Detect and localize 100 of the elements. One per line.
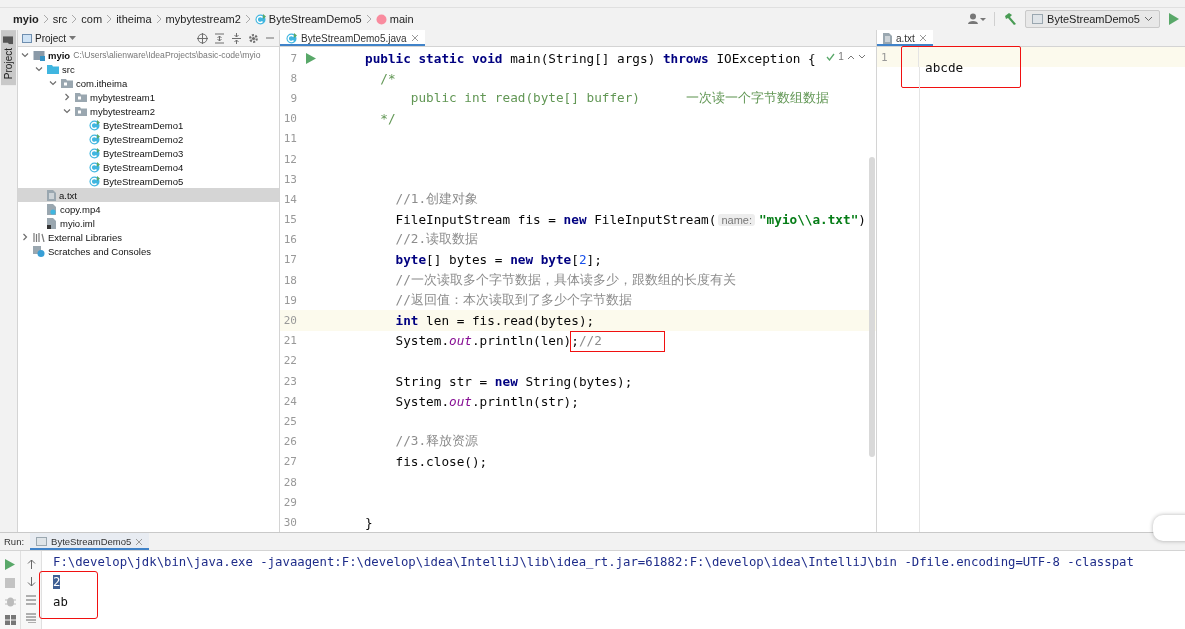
breadcrumb-item[interactable]: itheima <box>115 13 153 25</box>
settings-icon[interactable] <box>248 32 259 44</box>
code-line: fis.close(); <box>394 454 488 470</box>
chevron-separator-icon <box>155 14 162 24</box>
line-number: 27 <box>282 455 297 469</box>
tree-item[interactable]: copy.mp4 <box>18 202 279 216</box>
code-line: */ <box>379 111 396 127</box>
run-label: Run: <box>4 536 25 547</box>
code-line: byte[] bytes = new byte[2]; <box>394 252 602 268</box>
soft-wrap-icon[interactable] <box>26 595 36 605</box>
line-number: 17 <box>282 253 297 267</box>
tree-item[interactable]: myio C:\Users\alienware\IdeaProjects\basic-code\myio <box>18 48 279 62</box>
tree-item[interactable]: mybytestream1 <box>18 90 279 104</box>
line-number: 26 <box>282 435 297 449</box>
previous-icon[interactable] <box>846 53 855 60</box>
code-line: //3.释放资源 <box>394 433 479 451</box>
tree-item[interactable]: src <box>18 62 279 76</box>
code-line: System.out.println(str); <box>394 393 579 409</box>
run-icon[interactable] <box>1168 13 1179 25</box>
chevron-separator-icon <box>71 14 78 24</box>
breadcrumb-item[interactable]: mybytestream2 <box>164 13 242 25</box>
run-icon[interactable] <box>5 559 15 570</box>
side-tab[interactable]: Project <box>1 30 16 86</box>
code-line: //返回值：本次读取到了多少个字节数据 <box>394 291 632 309</box>
next-icon[interactable] <box>857 53 866 60</box>
line-number: 30 <box>282 515 297 529</box>
line-number: 11 <box>282 132 297 146</box>
down-arrow-icon[interactable] <box>26 577 36 587</box>
code-line: public static void main(String[] args) throws IOException { <box>364 50 816 66</box>
line-number: 22 <box>282 354 297 368</box>
configuration-icon <box>1032 14 1044 24</box>
console-line: ab <box>53 594 69 611</box>
up-arrow-icon[interactable] <box>26 559 36 569</box>
editor-tab[interactable]: ByteStreamDemo5.java <box>280 30 425 46</box>
code-line: public int read(byte[] buffer) 一次读一个字节数组数据 <box>409 89 829 107</box>
collapse-all-icon[interactable] <box>231 32 242 44</box>
tree-item[interactable]: ByteStreamDemo2 <box>18 132 279 146</box>
tree-item[interactable]: ByteStreamDemo4 <box>18 160 279 174</box>
line-number: 24 <box>282 394 297 408</box>
source-folder-icon <box>47 64 59 74</box>
caret-icon <box>69 35 77 41</box>
layout-icon[interactable] <box>4 615 16 625</box>
code-line: /* <box>379 70 396 86</box>
libraries-icon <box>33 232 45 242</box>
user-dropdown-icon[interactable] <box>968 13 987 25</box>
close-icon[interactable] <box>135 537 144 546</box>
code-line: //2.读取数据 <box>394 231 479 249</box>
scratches-icon <box>33 245 45 257</box>
text-line: abcde <box>925 59 964 75</box>
tree-item[interactable]: ByteStreamDemo1 <box>18 118 279 132</box>
class-icon <box>89 161 100 173</box>
run-tab[interactable]: ByteStreamDemo5 <box>30 533 150 550</box>
breadcrumb-item[interactable]: myio <box>12 13 40 25</box>
scrollbar[interactable] <box>869 157 875 457</box>
tree-item[interactable]: ByteStreamDemo3 <box>18 146 279 160</box>
hammer-icon[interactable] <box>1003 12 1018 26</box>
tree-item[interactable]: Scratches and Consoles <box>18 244 279 258</box>
editor-tab[interactable]: a.txt <box>877 30 933 46</box>
package-folder-icon <box>75 106 87 116</box>
text-file-icon <box>883 32 892 44</box>
code-line: String str = new String(bytes); <box>394 373 633 389</box>
breadcrumb-item[interactable]: ByteStreamDemo5 <box>253 13 363 25</box>
expand-all-icon[interactable] <box>214 32 225 44</box>
line-number: 12 <box>282 152 297 166</box>
line-number: 16 <box>282 233 297 247</box>
line-number: 20 <box>282 314 297 328</box>
run-configuration-dropdown[interactable]: ByteStreamDemo5 <box>1025 10 1160 28</box>
close-icon[interactable] <box>918 34 927 42</box>
chevron-separator-icon <box>42 14 49 24</box>
project-view-dropdown[interactable]: Project <box>22 32 77 44</box>
breadcrumb-item[interactable]: src <box>51 13 69 25</box>
tree-item[interactable]: ByteStreamDemo5 <box>18 174 279 188</box>
tree-item[interactable]: com.itheima <box>18 76 279 90</box>
tree-item[interactable]: a.txt <box>18 188 279 202</box>
line-number: 7 <box>289 51 297 65</box>
line-number: 13 <box>282 172 297 186</box>
method-icon <box>375 13 387 25</box>
align-lines-icon[interactable] <box>26 613 36 623</box>
breadcrumb-item[interactable]: main <box>374 13 415 25</box>
line-number: 25 <box>282 414 297 428</box>
class-icon <box>89 133 100 145</box>
run-icon[interactable] <box>306 52 316 64</box>
line-number: 23 <box>282 374 297 388</box>
class-icon <box>286 32 297 44</box>
breadcrumb-item[interactable]: com <box>80 13 104 25</box>
tree-item[interactable]: mybytestream2 <box>18 104 279 118</box>
code-line: //一次读取多个字节数据，具体读多少，跟数组的长度有关 <box>394 271 736 289</box>
close-icon[interactable] <box>410 34 419 42</box>
line-number: 14 <box>282 192 297 206</box>
tree-item[interactable]: myio.iml <box>18 216 279 230</box>
locate-icon[interactable] <box>197 32 208 44</box>
chevron-separator-icon <box>365 14 372 24</box>
class-icon <box>89 147 100 159</box>
module-folder-icon <box>33 49 45 61</box>
inspection-count[interactable]: 1 <box>838 51 844 62</box>
tree-item[interactable]: External Libraries <box>18 230 279 244</box>
caret-icon <box>1144 16 1153 22</box>
line-number: 9 <box>289 91 297 105</box>
check-icon <box>826 52 836 61</box>
line-number: 29 <box>282 495 297 509</box>
